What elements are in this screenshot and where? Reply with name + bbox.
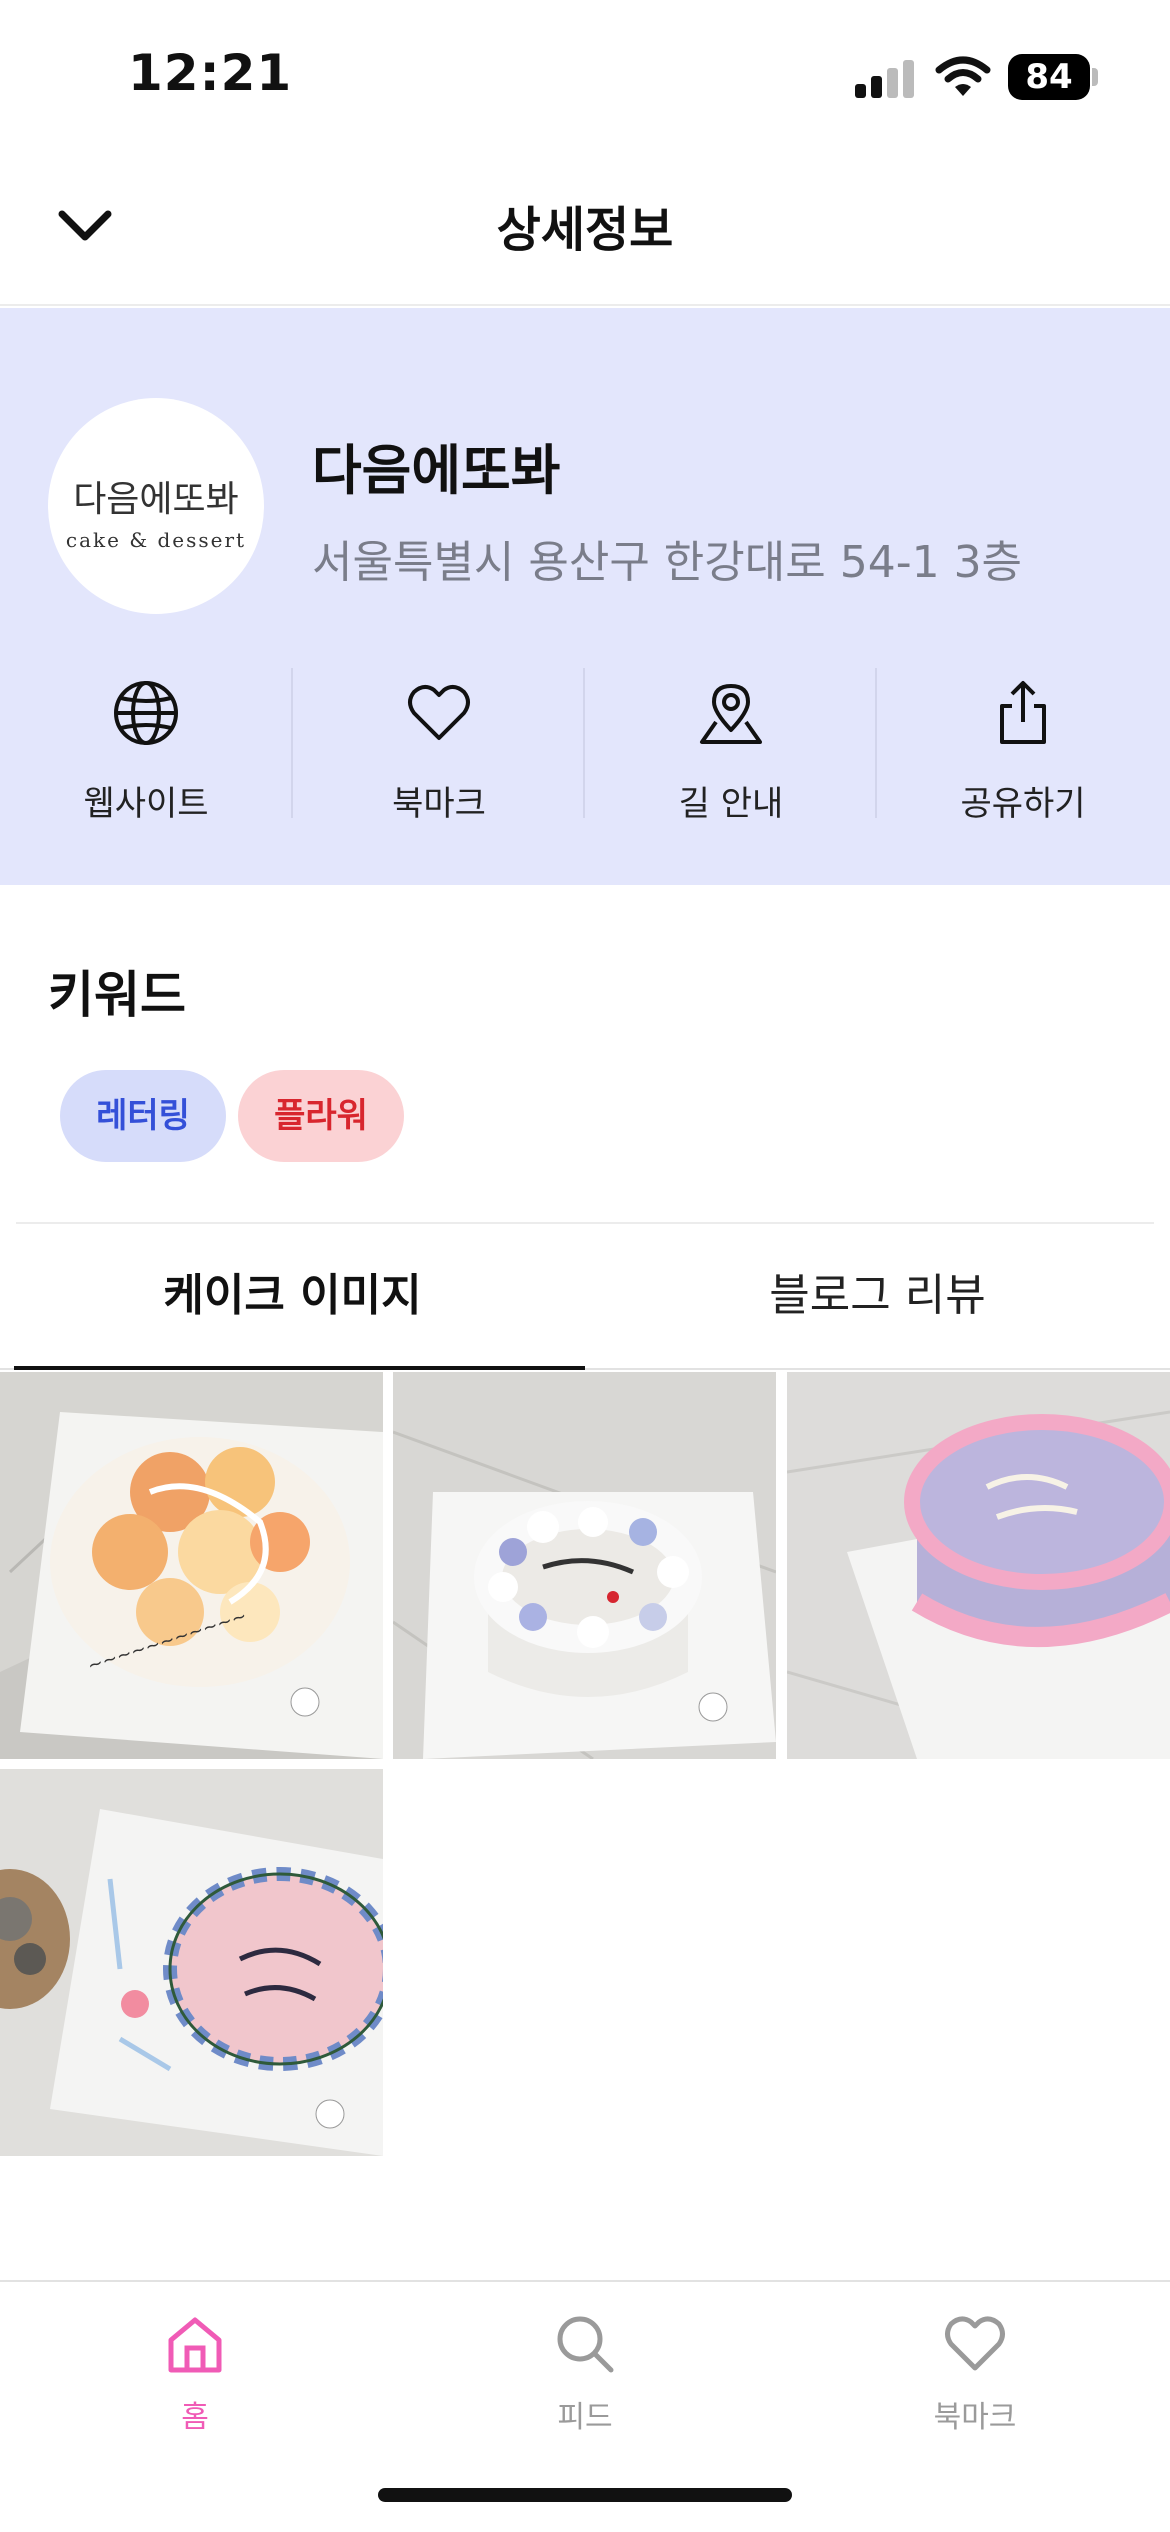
page-title: 상세정보 <box>496 202 674 258</box>
directions-label: 길 안내 <box>678 784 784 824</box>
store-name: 다음에또봐 <box>312 439 561 502</box>
cake-image-4-illustration <box>0 1769 383 2156</box>
website-button[interactable]: 웹사이트 <box>0 658 292 824</box>
cake-image-3-illustration <box>787 1372 1170 1759</box>
keyword-chip-lettering[interactable]: 레터링 <box>60 1070 226 1162</box>
website-label: 웹사이트 <box>83 784 209 824</box>
nav-feed[interactable]: 피드 <box>390 2302 780 2452</box>
nav-bookmark[interactable]: 북마크 <box>780 2302 1170 2452</box>
cake-image-3[interactable] <box>787 1372 1170 1759</box>
wifi-icon <box>935 56 991 96</box>
bookmark-label: 북마크 <box>392 784 486 824</box>
globe-icon <box>114 681 178 745</box>
battery-indicator: 84 <box>1008 54 1090 100</box>
nav-feed-label: 피드 <box>557 2400 613 2435</box>
bookmark-button[interactable]: 북마크 <box>293 658 585 824</box>
content-tabs: 케이크 이미지 블로그 리뷰 <box>0 1226 1170 1370</box>
tab-cake-images[interactable]: 케이크 이미지 <box>0 1226 585 1370</box>
action-bar: 웹사이트 북마크 길 안내 공유하기 <box>0 658 1170 824</box>
keywords-title: 키워드 <box>48 966 186 1024</box>
cake-image-1-illustration: ~~~~~~~~~~~ <box>0 1372 383 1759</box>
tab-blog-reviews[interactable]: 블로그 리뷰 <box>585 1226 1170 1370</box>
section-divider <box>16 1222 1154 1224</box>
store-address: 서울특별시 용산구 한강대로 54-1 3층 <box>312 537 1023 588</box>
logo-text-ko: 다음에또봐 <box>73 479 239 520</box>
cake-image-1[interactable]: ~~~~~~~~~~~ <box>0 1372 383 1759</box>
status-time: 12:21 <box>128 44 293 102</box>
cake-image-4[interactable] <box>0 1769 383 2156</box>
battery-cap <box>1092 68 1098 86</box>
nav-home[interactable]: 홈 <box>0 2302 390 2452</box>
heart-icon <box>408 685 470 740</box>
store-info-panel: 다음에또봐 cake & dessert 다음에또봐 서울특별시 용산구 한강대… <box>0 308 1170 885</box>
logo-text-en: cake & dessert <box>65 528 247 552</box>
home-indicator <box>378 2488 792 2502</box>
share-label: 공유하기 <box>960 784 1086 824</box>
directions-button[interactable]: 길 안내 <box>585 658 877 824</box>
search-icon <box>557 2316 614 2373</box>
share-icon <box>1000 681 1046 744</box>
status-bar: 12:21 84 <box>0 0 1170 150</box>
cake-image-2-illustration <box>393 1372 776 1759</box>
keyword-chip-flower[interactable]: 플라워 <box>238 1070 404 1162</box>
cake-image-2[interactable] <box>393 1372 776 1759</box>
nav-home-label: 홈 <box>181 2400 209 2435</box>
nav-header: 상세정보 <box>0 150 1170 306</box>
store-logo: 다음에또봐 cake & dessert <box>48 398 264 614</box>
cellular-signal-icon <box>855 58 915 98</box>
share-button[interactable]: 공유하기 <box>877 658 1169 824</box>
home-icon <box>168 2317 222 2373</box>
map-pin-icon <box>700 684 762 744</box>
nav-bookmark-label: 북마크 <box>933 2400 1017 2435</box>
heart-icon <box>945 2316 1005 2371</box>
active-tab-indicator <box>14 1366 585 1370</box>
